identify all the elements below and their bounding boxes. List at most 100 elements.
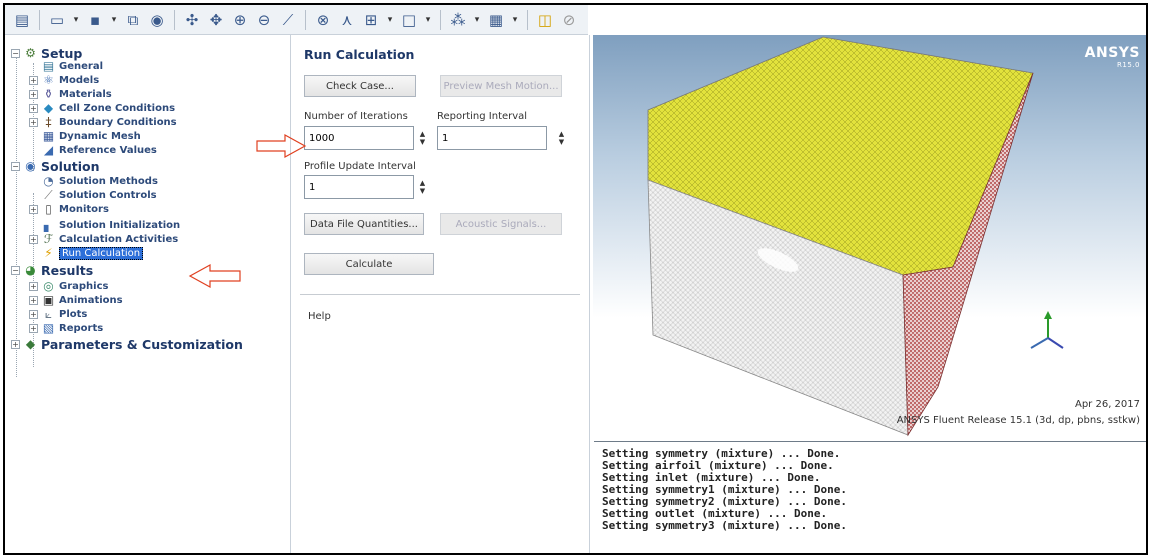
zoom-icon[interactable]: ⊕ xyxy=(229,9,251,31)
spin-down-icon[interactable]: ▼ xyxy=(420,138,425,146)
expand-icon[interactable]: + xyxy=(29,103,38,113)
calculate-button[interactable]: Calculate xyxy=(304,253,434,275)
new-file-icon[interactable]: ▭ xyxy=(46,9,68,31)
tree-item-calculation-activities[interactable]: + ℱ Calculation Activities xyxy=(29,232,178,246)
graphics-icon: ◎ xyxy=(43,279,54,293)
window-icon[interactable]: ◫ xyxy=(534,9,556,31)
tree-item-materials[interactable]: + ⚱ Materials xyxy=(29,87,112,101)
iterations-spinner[interactable]: ▲ ▼ xyxy=(417,126,428,150)
task-title: Run Calculation xyxy=(304,47,415,62)
parameters-icon: ◆ xyxy=(25,337,36,351)
display-icon[interactable]: ⧉ xyxy=(122,9,144,31)
console-output[interactable]: Setting symmetry (mixture) ... Done. Set… xyxy=(594,441,1146,553)
probe-icon[interactable]: ⟋ xyxy=(277,9,299,31)
tree-node-results[interactable]: − ◕ Results xyxy=(11,263,93,278)
tree-item-general[interactable]: ▤ General xyxy=(41,59,103,73)
annotation-arrow-run-calculation xyxy=(188,263,241,289)
chevron-down-icon[interactable]: ▾ xyxy=(422,9,434,31)
spin-down-icon[interactable]: ▼ xyxy=(420,187,425,195)
profile-update-spinner[interactable]: ▲ ▼ xyxy=(417,175,428,199)
tree-node-parameters[interactable]: + ◆ Parameters & Customization xyxy=(11,337,243,352)
layout-icon[interactable]: ⊞ xyxy=(360,9,382,31)
mesh-view[interactable] xyxy=(593,35,1148,439)
tree-node-setup[interactable]: − ⚙ Setup xyxy=(11,46,82,61)
tree-item-solution-initialization[interactable]: ▖ Solution Initialization xyxy=(41,218,180,232)
chevron-down-icon[interactable]: ▾ xyxy=(471,9,483,31)
rotate-icon[interactable]: ✣ xyxy=(181,9,203,31)
tree-item-cell-zone-conditions[interactable]: + ◆ Cell Zone Conditions xyxy=(29,101,175,115)
chevron-down-icon[interactable]: ▾ xyxy=(509,9,521,31)
chevron-down-icon[interactable]: ▾ xyxy=(108,9,120,31)
solution-controls-icon: ⟋ xyxy=(44,187,53,202)
expand-icon[interactable]: + xyxy=(29,281,38,291)
results-icon: ◕ xyxy=(25,263,36,277)
tree-item-reference-values[interactable]: ◢ Reference Values xyxy=(41,143,157,157)
tree-item-dynamic-mesh[interactable]: ▦ Dynamic Mesh xyxy=(41,129,141,143)
toolbar-separator xyxy=(39,9,40,30)
spin-up-icon[interactable]: ▲ xyxy=(420,130,425,138)
navigation-tree: − ⚙ Setup ▤ General + ⚛ Models + ⚱ Mater… xyxy=(5,35,291,553)
dynamic-mesh-icon: ▦ xyxy=(42,129,55,143)
expand-icon[interactable]: + xyxy=(29,234,38,244)
expand-icon[interactable]: + xyxy=(29,295,38,305)
tree-item-run-calculation[interactable]: ⚡ Run Calculation xyxy=(41,246,144,260)
setup-icon: ⚙ xyxy=(25,46,36,60)
tree-item-graphics[interactable]: + ◎ Graphics xyxy=(29,279,108,293)
collapse-icon[interactable]: − xyxy=(11,161,20,171)
graphics-window[interactable]: ANSYS R15.0 Apr 26, 2017 ANSYS Fluent Rel… xyxy=(593,35,1148,439)
monitors-icon: ▯ xyxy=(45,202,52,216)
tree-item-solution-controls[interactable]: ⟋ Solution Controls xyxy=(41,187,156,202)
tree-item-reports[interactable]: + ▧ Reports xyxy=(29,321,103,335)
zoom-fit-icon[interactable]: ⊗ xyxy=(312,9,334,31)
color-icon[interactable]: ▦ xyxy=(485,9,507,31)
spin-up-icon[interactable]: ▲ xyxy=(559,130,564,138)
spin-up-icon[interactable]: ▲ xyxy=(420,179,425,187)
help-icon[interactable]: ◉ xyxy=(146,9,168,31)
tree-item-solution-methods[interactable]: ◔ Solution Methods xyxy=(41,174,158,188)
expand-icon[interactable]: + xyxy=(29,117,38,127)
models-icon: ⚛ xyxy=(43,73,54,87)
select-icon[interactable]: ⋏ xyxy=(336,9,358,31)
chevron-down-icon[interactable]: ▾ xyxy=(70,9,82,31)
tree-item-animations[interactable]: + ▣ Animations xyxy=(29,293,123,307)
data-file-quantities-button[interactable]: Data File Quantities... xyxy=(304,213,424,235)
expand-icon[interactable]: + xyxy=(29,323,38,333)
spin-down-icon[interactable]: ▼ xyxy=(559,138,564,146)
expand-icon[interactable]: + xyxy=(29,309,38,319)
tree-item-boundary-conditions[interactable]: + ‡ Boundary Conditions xyxy=(29,115,177,129)
reporting-interval-field[interactable]: 1 xyxy=(437,126,547,150)
chevron-down-icon[interactable]: ▾ xyxy=(384,9,396,31)
tree-item-monitors[interactable]: + ▯ Monitors xyxy=(29,202,109,216)
task-page-run-calculation: Run Calculation Check Case... Preview Me… xyxy=(292,35,590,553)
close-icon[interactable]: ⊘ xyxy=(558,9,580,31)
preview-mesh-motion-button[interactable]: Preview Mesh Motion... xyxy=(440,75,562,97)
tree-line xyxy=(16,57,17,377)
fluent-window: ▤ ▭ ▾ ▪ ▾ ⧉ ◉ ✣ ✥ ⊕ ⊖ ⟋ ⊗ ⋏ ⊞ ▾ □ ▾ ⁂ ▾ … xyxy=(3,3,1148,555)
toolbar-separator xyxy=(174,9,175,30)
iterations-field[interactable]: 1000 xyxy=(304,126,414,150)
reporting-interval-spinner[interactable]: ▲ ▼ xyxy=(556,126,567,150)
tree-node-solution[interactable]: − ◉ Solution xyxy=(11,159,100,174)
expand-icon[interactable]: + xyxy=(29,204,38,214)
collapse-icon[interactable]: − xyxy=(11,48,20,58)
expand-icon[interactable]: + xyxy=(29,75,38,85)
translate-icon[interactable]: ✥ xyxy=(205,9,227,31)
check-case-button[interactable]: Check Case... xyxy=(304,75,416,97)
toolbar-separator xyxy=(305,9,306,30)
expand-icon[interactable]: + xyxy=(11,339,20,349)
collapse-icon[interactable]: − xyxy=(11,265,20,275)
graphics-release-info: ANSYS Fluent Release 15.1 (3d, dp, pbns,… xyxy=(896,415,1140,426)
console-line: Setting symmetry3 (mixture) ... Done. xyxy=(602,519,848,532)
zoom-out-icon[interactable]: ⊖ xyxy=(253,9,275,31)
render-icon[interactable]: ⁂ xyxy=(447,9,469,31)
profile-update-field[interactable]: 1 xyxy=(304,175,414,199)
print-icon[interactable]: ▤ xyxy=(11,9,33,31)
acoustic-signals-button[interactable]: Acoustic Signals... xyxy=(440,213,562,235)
expand-icon[interactable]: + xyxy=(29,89,38,99)
help-button[interactable]: Help xyxy=(304,305,334,327)
tree-item-models[interactable]: + ⚛ Models xyxy=(29,73,99,87)
view-icon[interactable]: □ xyxy=(398,9,420,31)
save-icon[interactable]: ▪ xyxy=(84,9,106,31)
tree-item-plots[interactable]: + ⟀ Plots xyxy=(29,307,87,321)
ansys-logo-text: ANSYS xyxy=(1084,45,1140,61)
